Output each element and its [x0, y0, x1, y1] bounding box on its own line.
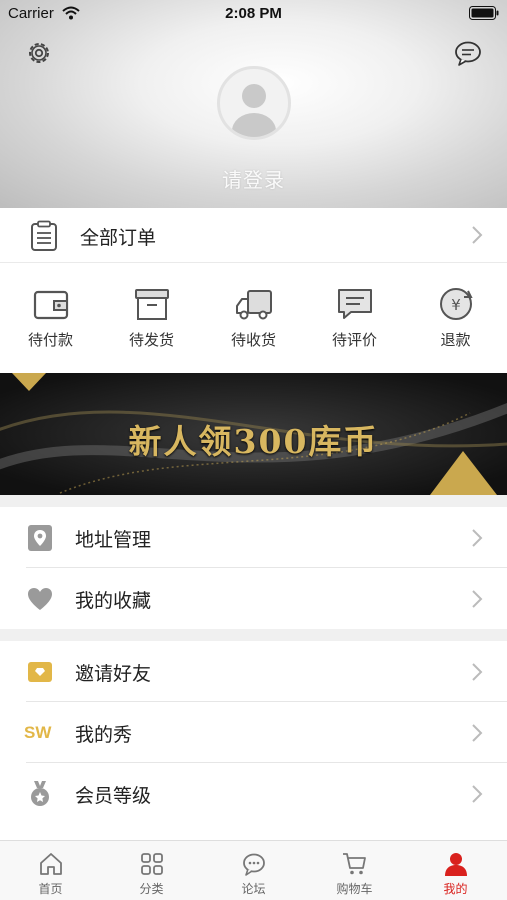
- tab-forum[interactable]: 论坛: [203, 841, 304, 900]
- status-label-pending-review: 待评价: [331, 331, 377, 349]
- clock-time: 2:08 PM: [225, 5, 282, 22]
- promo-banner[interactable]: 新人领300库币: [0, 373, 507, 495]
- status-label-refund: 退款: [440, 331, 471, 349]
- cart-icon: [342, 853, 366, 875]
- svg-text:¥: ¥: [451, 296, 461, 314]
- section-gap: [0, 495, 507, 507]
- profile-page: Carrier 2:08 PM 请登录 全部订单 待付款 待发货 待收货 待评价…: [0, 0, 507, 900]
- address-management-label: 地址管理: [75, 529, 152, 551]
- sw-icon: SW: [24, 723, 52, 742]
- invite-friends-label: 邀请好友: [75, 663, 152, 685]
- location-icon: [28, 525, 52, 551]
- tab-home-label: 首页: [38, 882, 63, 896]
- all-orders-row[interactable]: 全部订单: [0, 208, 507, 263]
- chevron-right-icon: [472, 724, 483, 742]
- tab-mine-label: 我的: [443, 882, 468, 896]
- refund-button[interactable]: ¥ 退款: [405, 285, 506, 355]
- battery-icon: [469, 6, 499, 20]
- medal-icon: [31, 781, 49, 806]
- invite-friends-row[interactable]: 邀请好友: [0, 641, 507, 702]
- profile-header: Carrier 2:08 PM 请登录: [0, 0, 507, 208]
- tab-forum-label: 论坛: [241, 882, 266, 896]
- pending-payment-button[interactable]: 待付款: [0, 285, 101, 355]
- default-avatar-icon: [232, 84, 276, 137]
- pending-shipment-button[interactable]: 待发货: [101, 285, 202, 355]
- invite-icon: [28, 662, 52, 682]
- pending-receipt-button[interactable]: 待收货: [203, 285, 304, 355]
- my-show-label: 我的秀: [75, 724, 133, 746]
- truck-icon: [235, 290, 272, 320]
- comment-icon: [337, 289, 372, 319]
- user-icon: [444, 853, 467, 876]
- tab-cart[interactable]: 购物车: [304, 841, 405, 900]
- my-show-row[interactable]: SW 我的秀: [0, 702, 507, 763]
- member-level-label: 会员等级: [75, 785, 152, 807]
- clipboard-icon: [31, 220, 57, 251]
- avatar[interactable]: [217, 66, 291, 140]
- status-label-pending-receipt: 待收货: [230, 331, 276, 349]
- home-icon: [39, 853, 62, 875]
- tab-category-label: 分类: [139, 882, 164, 896]
- status-label-pending-shipment: 待发货: [128, 331, 174, 349]
- my-favorites-label: 我的收藏: [75, 590, 152, 612]
- heart-icon: [28, 588, 52, 610]
- login-link[interactable]: 请登录: [0, 164, 507, 193]
- bottom-tab-bar: 首页 分类 论坛 购物车 我的: [0, 840, 507, 900]
- tab-home[interactable]: 首页: [0, 841, 101, 900]
- banner-title: 新人领300库币: [128, 422, 379, 461]
- pending-review-button[interactable]: 待评价: [304, 285, 405, 355]
- chevron-right-icon: [472, 785, 483, 803]
- box-icon: [134, 289, 169, 320]
- settings-gear-icon[interactable]: [24, 38, 54, 68]
- status-bar: Carrier 2:08 PM: [0, 0, 507, 28]
- status-label-pending-payment: 待付款: [27, 331, 73, 349]
- chevron-right-icon: [472, 590, 483, 608]
- address-management-row[interactable]: 地址管理: [0, 507, 507, 568]
- tab-category[interactable]: 分类: [101, 841, 202, 900]
- wallet-icon: [33, 290, 68, 320]
- my-favorites-row[interactable]: 我的收藏: [0, 568, 507, 629]
- tab-cart-label: 购物车: [336, 882, 373, 896]
- tab-mine[interactable]: 我的: [405, 841, 506, 900]
- message-icon[interactable]: [453, 38, 483, 68]
- forum-icon: [242, 853, 265, 876]
- order-status-row: 待付款 待发货 待收货 待评价 ¥ 退款: [0, 263, 507, 373]
- member-level-row[interactable]: 会员等级: [0, 763, 507, 824]
- section-gap: [0, 629, 507, 641]
- chevron-right-icon: [472, 663, 483, 681]
- chevron-right-icon: [472, 226, 483, 244]
- grid-icon: [140, 853, 163, 875]
- chevron-right-icon: [472, 529, 483, 547]
- refund-icon: ¥: [439, 288, 473, 320]
- all-orders-label: 全部订单: [80, 227, 157, 249]
